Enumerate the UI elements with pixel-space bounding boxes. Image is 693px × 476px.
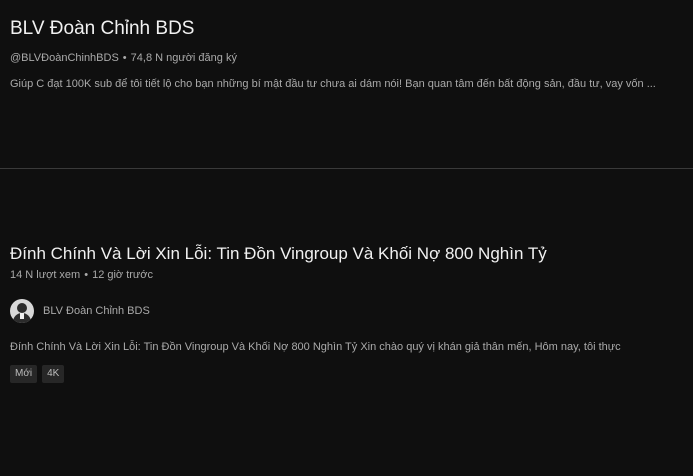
video-meta: 14 N lượt xem • 12 giờ trước	[10, 268, 153, 282]
person-avatar-icon[interactable]	[10, 299, 34, 323]
publish-time: 12 giờ trước	[92, 269, 153, 281]
video-channel-name[interactable]: BLV Đoàn Chỉnh BDS	[43, 304, 150, 318]
meta-separator: •	[84, 269, 89, 281]
subscriber-count: 74,8 N người đăng ký	[130, 52, 237, 64]
channel-description: Giúp C đạt 100K sub để tôi tiết lộ cho b…	[10, 78, 656, 90]
avatar-collar-shape	[20, 313, 24, 319]
meta-separator: •	[122, 52, 127, 64]
video-badges: Mới 4K	[10, 365, 65, 383]
avatar-head-shape	[17, 303, 27, 313]
view-count: 14 N lượt xem	[10, 269, 81, 281]
video-description: Đính Chính Và Lời Xin Lỗi: Tin Đồn Vingr…	[10, 341, 621, 353]
channel-result[interactable]: BLV Đoàn Chỉnh BDS @BLVĐoànChinhBDS • 74,8…	[0, 0, 693, 168]
channel-title[interactable]: BLV Đoàn Chỉnh BDS	[10, 17, 194, 41]
channel-handle: @BLVĐoànChinhBDS	[10, 52, 119, 64]
new-badge: Mới	[10, 365, 38, 383]
4k-badge: 4K	[42, 365, 65, 383]
video-result[interactable]: Đính Chính Và Lời Xin Lỗi: Tin Đồn Vingr…	[0, 169, 693, 476]
video-title[interactable]: Đính Chính Và Lời Xin Lỗi: Tin Đồn Vingr…	[10, 243, 547, 265]
video-channel-row[interactable]: BLV Đoàn Chỉnh BDS	[10, 298, 150, 324]
channel-meta: @BLVĐoànChinhBDS • 74,8 N người đăng ký	[10, 51, 237, 65]
search-results-page: BLV Đoàn Chỉnh BDS @BLVĐoànChinhBDS • 74,8…	[0, 0, 693, 476]
